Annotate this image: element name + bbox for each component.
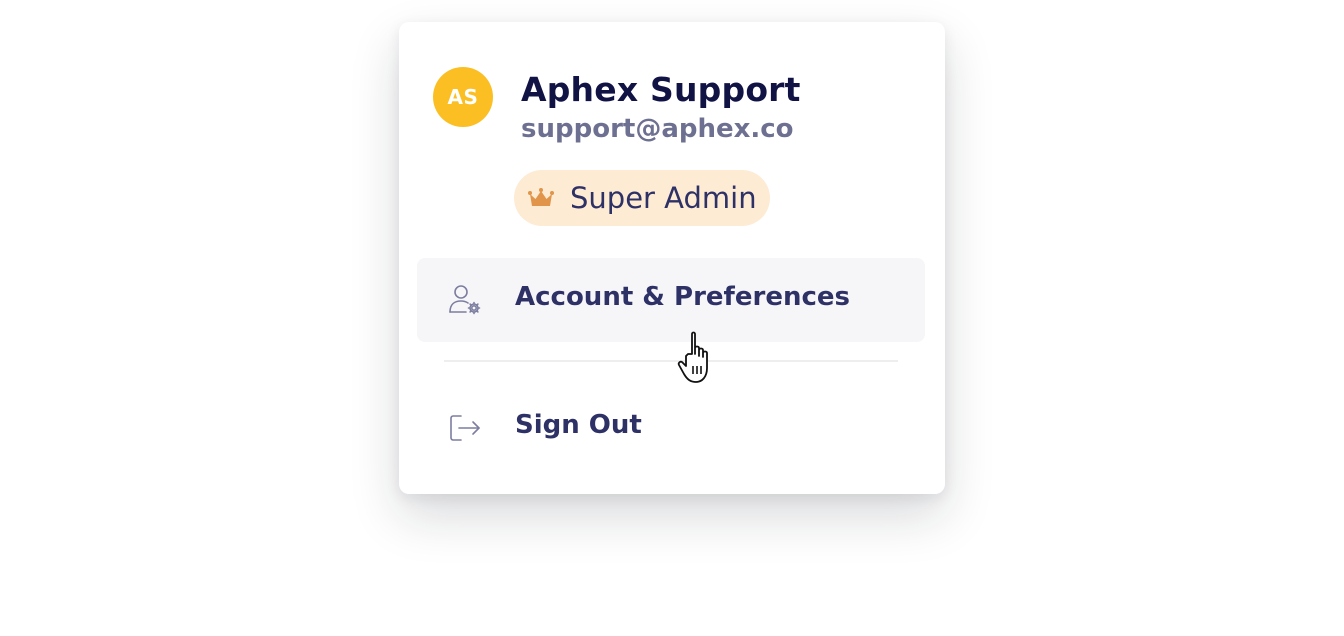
menu-item-label: Account & Preferences (515, 282, 850, 312)
user-name: Aphex Support (521, 70, 801, 109)
page-stage: AS Aphex Support support@aphex.co Super … (0, 0, 1344, 636)
avatar-initials: AS (447, 85, 479, 109)
crown-icon (528, 188, 554, 206)
user-email: support@aphex.co (521, 114, 794, 144)
avatar: AS (433, 67, 493, 127)
sign-out-icon (450, 415, 480, 441)
role-label: Super Admin (570, 181, 757, 215)
menu-item-account-preferences[interactable]: Account & Preferences (417, 258, 925, 342)
role-badge: Super Admin (514, 170, 770, 226)
account-dropdown-menu: AS Aphex Support support@aphex.co Super … (399, 22, 945, 494)
menu-item-sign-out[interactable]: Sign Out (417, 386, 925, 470)
menu-item-label: Sign Out (515, 410, 642, 440)
user-settings-icon (449, 285, 481, 315)
menu-divider (444, 360, 898, 362)
